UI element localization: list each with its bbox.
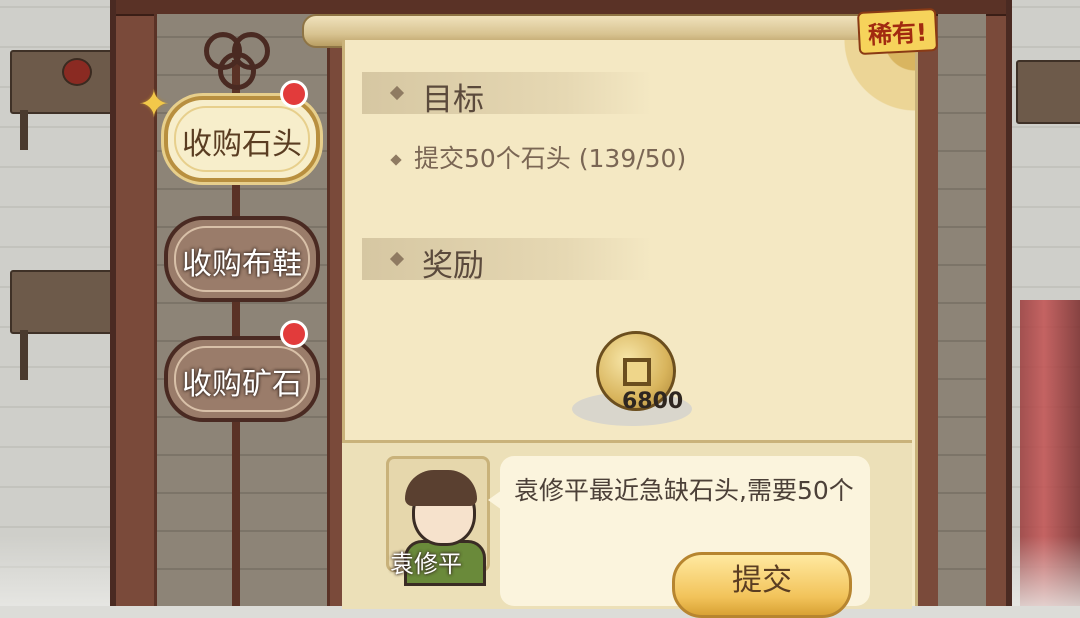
tab-label: 收购石头 <box>182 127 302 162</box>
notification-dot <box>280 80 308 108</box>
background-table <box>10 50 114 114</box>
objective-title: 目标 <box>422 82 484 118</box>
objective-task: 提交50个石头 (139/50) <box>390 139 687 175</box>
corner-ornament <box>805 40 915 200</box>
reward-header: 奖励 <box>362 238 652 284</box>
diamond-bullet-icon <box>390 154 402 166</box>
frame-brick-column-right <box>938 14 986 606</box>
tab-label: 收购矿石 <box>182 367 302 402</box>
tab-buy-cloth-shoes[interactable]: 收购布鞋 <box>164 216 320 302</box>
tab-label: 收购布鞋 <box>182 247 302 282</box>
background-table-leg <box>20 330 28 380</box>
coin-hole <box>623 358 651 386</box>
npc-message: 袁修平最近急缺石头,需要50个 <box>514 476 854 505</box>
background-jar <box>62 58 92 86</box>
chinese-knot-icon <box>186 28 278 90</box>
submit-button[interactable]: 提交 <box>672 552 852 618</box>
background-table <box>1016 60 1080 124</box>
sparkle-icon: ✦ <box>138 82 170 126</box>
npc-name: 袁修平 <box>390 550 462 578</box>
background-table <box>10 270 114 334</box>
speech-bubble-tail <box>488 490 502 510</box>
notification-dot <box>280 320 308 348</box>
objective-header: 目标 <box>362 72 652 118</box>
reward-title: 奖励 <box>422 248 484 284</box>
diamond-bullet-icon <box>389 85 405 101</box>
rare-badge: 稀有! <box>856 7 939 56</box>
npc-avatar-hair <box>405 470 477 506</box>
reward-amount: 6800 <box>622 389 684 414</box>
tab-buy-ore[interactable]: 收购矿石 <box>164 336 320 422</box>
tab-buy-stone[interactable]: 收购石头 <box>164 96 320 182</box>
objective-task-text: 提交50个石头 (139/50) <box>414 144 687 173</box>
background-table-leg <box>20 110 28 150</box>
diamond-bullet-icon <box>389 251 405 267</box>
